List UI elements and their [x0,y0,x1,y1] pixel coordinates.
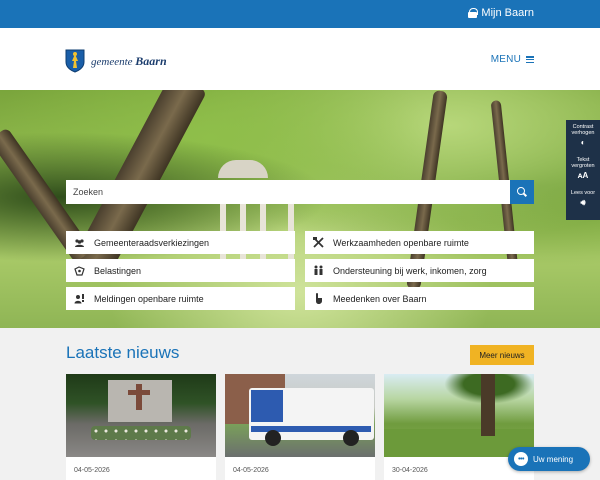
speaker-icon: 🔊︎ [580,198,586,207]
quick-link-taxes[interactable]: Belastingen [66,259,295,282]
news-card[interactable]: 04-05-2026 [225,374,375,480]
chat-bubble-icon: ••• [514,452,528,466]
contrast-label-2: verhogen [571,130,595,136]
menu-button[interactable]: MENU [491,54,534,65]
quick-link-works[interactable]: Werkzaamheden openbare ruimte [305,231,534,254]
logo-name: Baarn [135,53,167,68]
menu-label: MENU [490,54,521,65]
quick-link-label: Meldingen openbare ruimte [94,293,204,304]
tools-icon [313,237,324,248]
my-account-label: Mijn Baarn [481,7,534,19]
people-icon [74,237,85,248]
read-aloud-button[interactable]: Lees voor 🔊︎ [566,186,600,219]
contrast-icon: ◐ [580,138,586,147]
search-icon [517,187,527,197]
text-size-icon: ᴀA [577,171,589,180]
site-header: gemeente Baarn MENU [0,28,600,90]
search-bar [66,180,534,204]
news-image [225,374,375,457]
coat-of-arms-icon [65,49,85,73]
feedback-chat-button[interactable]: ••• Uw mening [508,447,590,471]
accessibility-panel: Contrast verhogen ◐ Tekst vergroten ᴀA L… [566,120,600,220]
search-button[interactable] [510,180,534,204]
logo-prefix: gemeente [91,55,133,68]
news-date: 30-04-2026 [392,467,428,474]
quick-link-support[interactable]: Ondersteuning bij werk, inkomen, zorg [305,259,534,282]
news-card[interactable]: 04-05-2026 [66,374,216,480]
news-image [66,374,216,457]
news-date: 04-05-2026 [233,467,269,474]
lock-icon [468,8,479,18]
site-logo[interactable]: gemeente Baarn [65,49,167,73]
hamburger-icon [526,56,534,63]
report-icon [74,293,85,304]
support-icon [313,265,324,276]
money-icon [74,265,85,276]
quick-link-label: Werkzaamheden openbare ruimte [333,237,469,248]
text-size-button[interactable]: Tekst vergroten ᴀA [566,153,600,186]
quick-link-label: Meedenken over Baarn [333,293,427,304]
my-account-link[interactable]: Mijn Baarn [468,7,534,19]
text-size-label-2: vergroten [571,163,595,169]
read-aloud-label: Lees voor [570,190,596,196]
contrast-button[interactable]: Contrast verhogen ◐ [566,120,600,153]
quick-link-reports[interactable]: Meldingen openbare ruimte [66,287,295,310]
logo-text: gemeente Baarn [91,54,167,69]
quick-link-participate[interactable]: Meedenken over Baarn [305,287,534,310]
more-news-button[interactable]: Meer nieuws [470,345,534,365]
top-bar: Mijn Baarn [0,0,600,28]
quick-link-label: Ondersteuning bij werk, inkomen, zorg [333,265,487,276]
quick-link-label: Belastingen [94,265,142,276]
hand-icon [313,293,324,304]
news-date: 04-05-2026 [74,467,110,474]
news-image [384,374,534,457]
search-input[interactable] [66,180,510,204]
news-heading: Laatste nieuws [66,343,180,362]
quick-link-elections[interactable]: Gemeenteraadsverkiezingen [66,231,295,254]
quick-link-label: Gemeenteraadsverkiezingen [94,237,210,248]
feedback-label: Uw mening [533,454,574,464]
